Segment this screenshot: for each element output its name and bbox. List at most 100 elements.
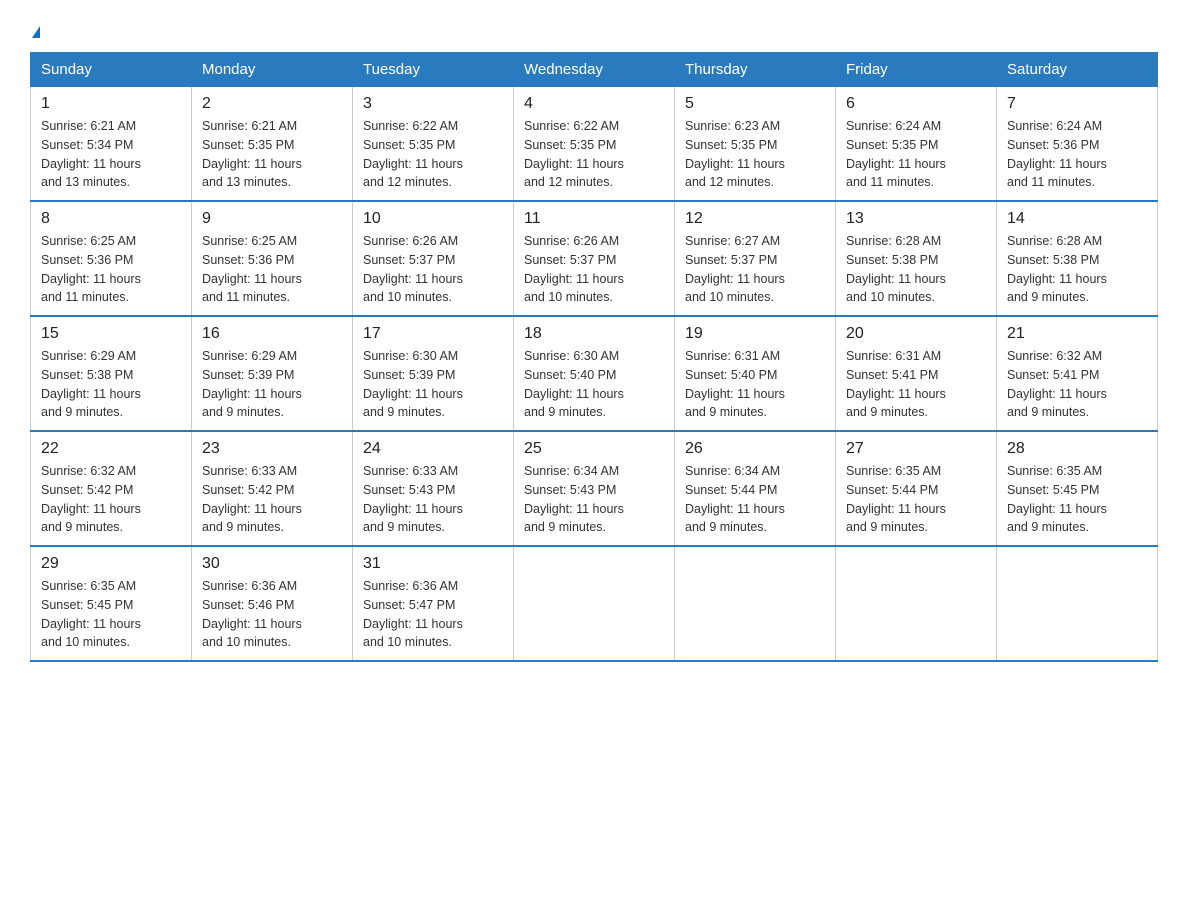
day-number: 3 [363, 95, 503, 113]
day-number: 14 [1007, 210, 1147, 228]
calendar-cell: 9 Sunrise: 6:25 AM Sunset: 5:36 PM Dayli… [192, 201, 353, 316]
day-number: 17 [363, 325, 503, 343]
day-info: Sunrise: 6:35 AM Sunset: 5:45 PM Dayligh… [1007, 462, 1147, 537]
calendar-week-2: 8 Sunrise: 6:25 AM Sunset: 5:36 PM Dayli… [31, 201, 1158, 316]
calendar-cell: 13 Sunrise: 6:28 AM Sunset: 5:38 PM Dayl… [836, 201, 997, 316]
calendar-cell: 31 Sunrise: 6:36 AM Sunset: 5:47 PM Dayl… [353, 546, 514, 661]
day-info: Sunrise: 6:24 AM Sunset: 5:35 PM Dayligh… [846, 117, 986, 192]
calendar-cell: 30 Sunrise: 6:36 AM Sunset: 5:46 PM Dayl… [192, 546, 353, 661]
calendar-cell: 25 Sunrise: 6:34 AM Sunset: 5:43 PM Dayl… [514, 431, 675, 546]
day-number: 4 [524, 95, 664, 113]
calendar-cell: 12 Sunrise: 6:27 AM Sunset: 5:37 PM Dayl… [675, 201, 836, 316]
day-number: 13 [846, 210, 986, 228]
day-info: Sunrise: 6:34 AM Sunset: 5:43 PM Dayligh… [524, 462, 664, 537]
day-number: 26 [685, 440, 825, 458]
calendar-body: 1 Sunrise: 6:21 AM Sunset: 5:34 PM Dayli… [31, 87, 1158, 662]
day-number: 7 [1007, 95, 1147, 113]
page-header [30, 20, 1158, 42]
calendar-week-5: 29 Sunrise: 6:35 AM Sunset: 5:45 PM Dayl… [31, 546, 1158, 661]
day-info: Sunrise: 6:27 AM Sunset: 5:37 PM Dayligh… [685, 232, 825, 307]
weekday-header-row: SundayMondayTuesdayWednesdayThursdayFrid… [31, 53, 1158, 87]
calendar-cell: 27 Sunrise: 6:35 AM Sunset: 5:44 PM Dayl… [836, 431, 997, 546]
calendar-cell: 19 Sunrise: 6:31 AM Sunset: 5:40 PM Dayl… [675, 316, 836, 431]
weekday-header-sunday: Sunday [31, 53, 192, 87]
day-info: Sunrise: 6:29 AM Sunset: 5:39 PM Dayligh… [202, 347, 342, 422]
day-number: 29 [41, 555, 181, 573]
logo-line1 [30, 20, 40, 42]
day-info: Sunrise: 6:32 AM Sunset: 5:42 PM Dayligh… [41, 462, 181, 537]
calendar-week-3: 15 Sunrise: 6:29 AM Sunset: 5:38 PM Dayl… [31, 316, 1158, 431]
day-info: Sunrise: 6:35 AM Sunset: 5:44 PM Dayligh… [846, 462, 986, 537]
calendar-cell [514, 546, 675, 661]
calendar-cell: 10 Sunrise: 6:26 AM Sunset: 5:37 PM Dayl… [353, 201, 514, 316]
calendar-cell: 16 Sunrise: 6:29 AM Sunset: 5:39 PM Dayl… [192, 316, 353, 431]
calendar-cell [675, 546, 836, 661]
calendar-cell: 22 Sunrise: 6:32 AM Sunset: 5:42 PM Dayl… [31, 431, 192, 546]
calendar-cell: 11 Sunrise: 6:26 AM Sunset: 5:37 PM Dayl… [514, 201, 675, 316]
day-number: 9 [202, 210, 342, 228]
calendar-cell: 7 Sunrise: 6:24 AM Sunset: 5:36 PM Dayli… [997, 87, 1158, 202]
calendar-cell: 23 Sunrise: 6:33 AM Sunset: 5:42 PM Dayl… [192, 431, 353, 546]
weekday-header-wednesday: Wednesday [514, 53, 675, 87]
calendar-cell: 15 Sunrise: 6:29 AM Sunset: 5:38 PM Dayl… [31, 316, 192, 431]
day-info: Sunrise: 6:32 AM Sunset: 5:41 PM Dayligh… [1007, 347, 1147, 422]
day-number: 2 [202, 95, 342, 113]
logo [30, 20, 40, 42]
calendar-cell: 24 Sunrise: 6:33 AM Sunset: 5:43 PM Dayl… [353, 431, 514, 546]
day-info: Sunrise: 6:31 AM Sunset: 5:41 PM Dayligh… [846, 347, 986, 422]
day-info: Sunrise: 6:36 AM Sunset: 5:46 PM Dayligh… [202, 577, 342, 652]
weekday-header-tuesday: Tuesday [353, 53, 514, 87]
calendar-cell: 3 Sunrise: 6:22 AM Sunset: 5:35 PM Dayli… [353, 87, 514, 202]
day-number: 27 [846, 440, 986, 458]
day-number: 21 [1007, 325, 1147, 343]
day-info: Sunrise: 6:22 AM Sunset: 5:35 PM Dayligh… [524, 117, 664, 192]
day-info: Sunrise: 6:23 AM Sunset: 5:35 PM Dayligh… [685, 117, 825, 192]
calendar-cell: 17 Sunrise: 6:30 AM Sunset: 5:39 PM Dayl… [353, 316, 514, 431]
calendar-week-4: 22 Sunrise: 6:32 AM Sunset: 5:42 PM Dayl… [31, 431, 1158, 546]
calendar-cell: 14 Sunrise: 6:28 AM Sunset: 5:38 PM Dayl… [997, 201, 1158, 316]
day-info: Sunrise: 6:33 AM Sunset: 5:43 PM Dayligh… [363, 462, 503, 537]
calendar-cell: 18 Sunrise: 6:30 AM Sunset: 5:40 PM Dayl… [514, 316, 675, 431]
weekday-header-friday: Friday [836, 53, 997, 87]
calendar-cell: 8 Sunrise: 6:25 AM Sunset: 5:36 PM Dayli… [31, 201, 192, 316]
day-info: Sunrise: 6:28 AM Sunset: 5:38 PM Dayligh… [846, 232, 986, 307]
day-number: 8 [41, 210, 181, 228]
day-number: 6 [846, 95, 986, 113]
day-info: Sunrise: 6:30 AM Sunset: 5:39 PM Dayligh… [363, 347, 503, 422]
day-info: Sunrise: 6:29 AM Sunset: 5:38 PM Dayligh… [41, 347, 181, 422]
day-info: Sunrise: 6:21 AM Sunset: 5:35 PM Dayligh… [202, 117, 342, 192]
day-number: 18 [524, 325, 664, 343]
calendar-cell: 4 Sunrise: 6:22 AM Sunset: 5:35 PM Dayli… [514, 87, 675, 202]
day-number: 20 [846, 325, 986, 343]
day-number: 31 [363, 555, 503, 573]
day-number: 28 [1007, 440, 1147, 458]
day-info: Sunrise: 6:26 AM Sunset: 5:37 PM Dayligh… [363, 232, 503, 307]
day-number: 22 [41, 440, 181, 458]
day-info: Sunrise: 6:35 AM Sunset: 5:45 PM Dayligh… [41, 577, 181, 652]
calendar-cell: 26 Sunrise: 6:34 AM Sunset: 5:44 PM Dayl… [675, 431, 836, 546]
calendar-week-1: 1 Sunrise: 6:21 AM Sunset: 5:34 PM Dayli… [31, 87, 1158, 202]
calendar-cell: 20 Sunrise: 6:31 AM Sunset: 5:41 PM Dayl… [836, 316, 997, 431]
calendar-cell: 29 Sunrise: 6:35 AM Sunset: 5:45 PM Dayl… [31, 546, 192, 661]
day-info: Sunrise: 6:33 AM Sunset: 5:42 PM Dayligh… [202, 462, 342, 537]
calendar-cell [836, 546, 997, 661]
calendar-cell: 6 Sunrise: 6:24 AM Sunset: 5:35 PM Dayli… [836, 87, 997, 202]
day-number: 16 [202, 325, 342, 343]
day-info: Sunrise: 6:22 AM Sunset: 5:35 PM Dayligh… [363, 117, 503, 192]
day-number: 12 [685, 210, 825, 228]
day-info: Sunrise: 6:25 AM Sunset: 5:36 PM Dayligh… [41, 232, 181, 307]
day-info: Sunrise: 6:25 AM Sunset: 5:36 PM Dayligh… [202, 232, 342, 307]
calendar-cell: 21 Sunrise: 6:32 AM Sunset: 5:41 PM Dayl… [997, 316, 1158, 431]
calendar-cell: 5 Sunrise: 6:23 AM Sunset: 5:35 PM Dayli… [675, 87, 836, 202]
day-number: 10 [363, 210, 503, 228]
day-number: 23 [202, 440, 342, 458]
calendar-header: SundayMondayTuesdayWednesdayThursdayFrid… [31, 53, 1158, 87]
calendar-cell: 2 Sunrise: 6:21 AM Sunset: 5:35 PM Dayli… [192, 87, 353, 202]
day-number: 11 [524, 210, 664, 228]
day-number: 24 [363, 440, 503, 458]
calendar-table: SundayMondayTuesdayWednesdayThursdayFrid… [30, 52, 1158, 662]
day-info: Sunrise: 6:21 AM Sunset: 5:34 PM Dayligh… [41, 117, 181, 192]
calendar-cell: 28 Sunrise: 6:35 AM Sunset: 5:45 PM Dayl… [997, 431, 1158, 546]
day-info: Sunrise: 6:28 AM Sunset: 5:38 PM Dayligh… [1007, 232, 1147, 307]
weekday-header-saturday: Saturday [997, 53, 1158, 87]
